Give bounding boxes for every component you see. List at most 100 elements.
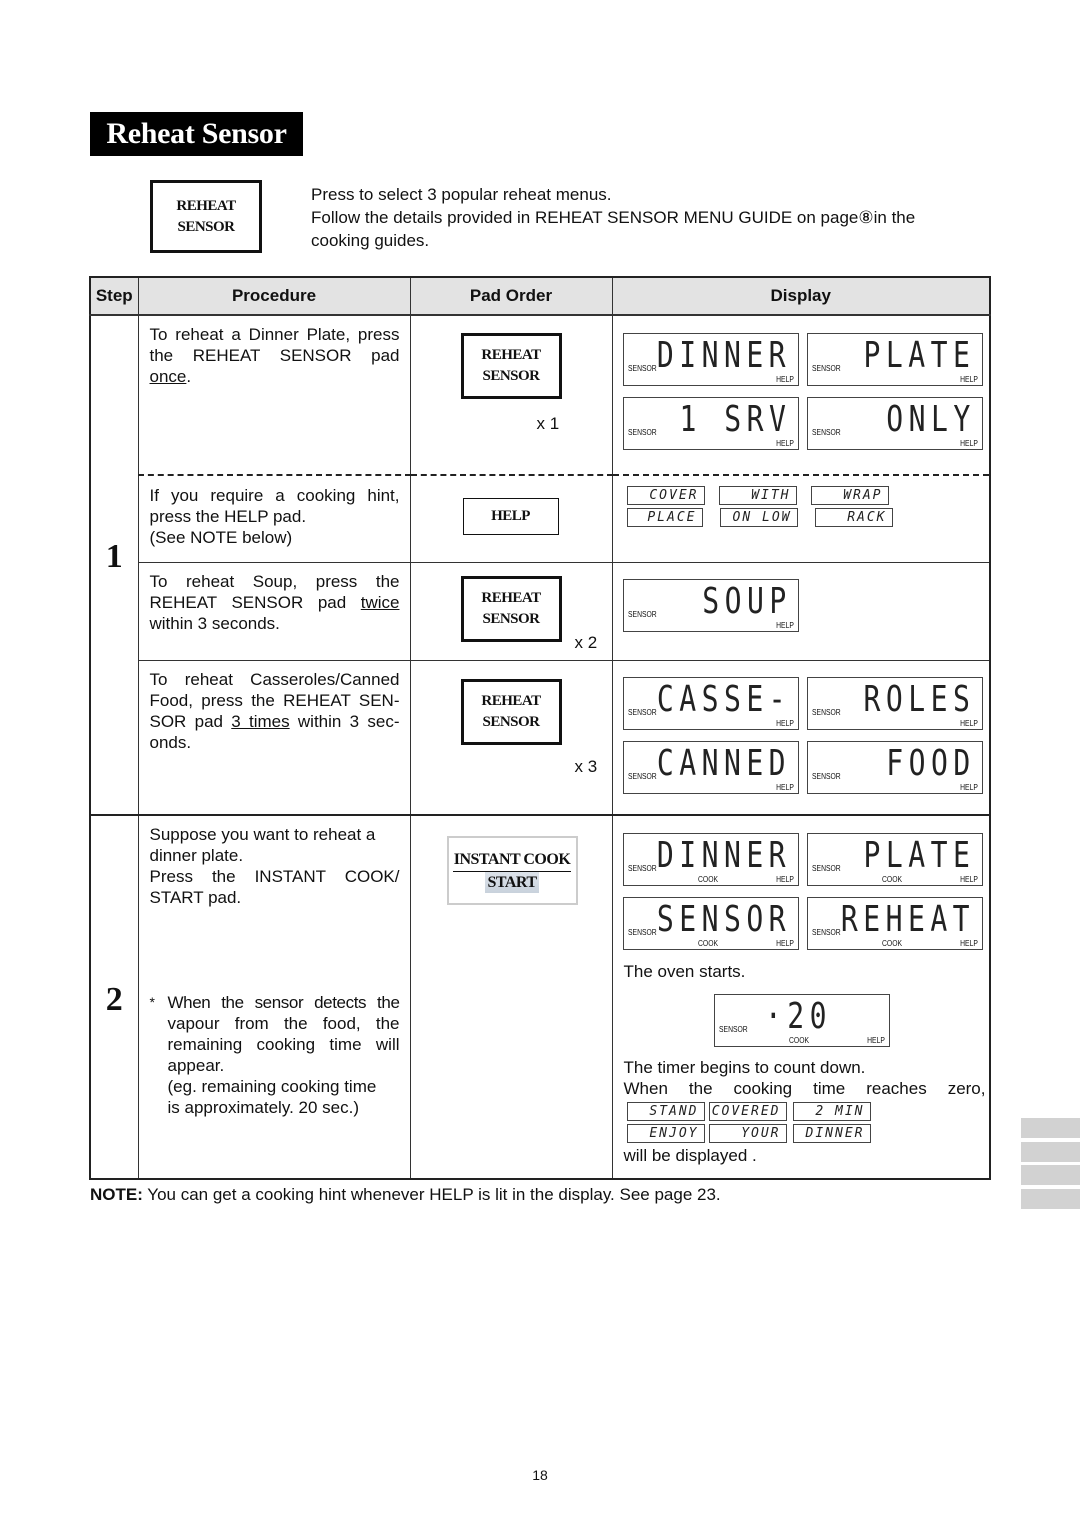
intro-text: Press to select 3 popular reheat menus. … bbox=[311, 183, 1001, 252]
note-label: NOTE: bbox=[90, 1185, 143, 1204]
cook-indicator: COOK bbox=[881, 875, 902, 884]
help-indicator: HELP bbox=[959, 718, 978, 728]
table-row: 1 To reheat a Dinner Plate, press the RE… bbox=[89, 314, 991, 816]
note-text: vapour from the food, the bbox=[167, 1014, 400, 1033]
end-message-display: STAND bbox=[626, 1102, 705, 1121]
section-title: Reheat Sensor bbox=[90, 112, 303, 156]
pad-label: START bbox=[485, 871, 539, 893]
oven-starts-text: The oven starts. bbox=[623, 962, 746, 981]
lcd-display: SENSOR DINNER COOK HELP bbox=[622, 833, 799, 886]
help-indicator: HELP bbox=[959, 939, 978, 948]
asterisk: * bbox=[149, 994, 155, 1010]
press-count: x 1 bbox=[536, 414, 560, 433]
reheat-sensor-pad-icon: REHEAT SENSOR bbox=[460, 678, 562, 745]
timer-text-line: The timer begins to count down. bbox=[623, 1058, 866, 1077]
sensor-indicator: SENSOR bbox=[811, 928, 841, 937]
hint-display: WITH bbox=[718, 486, 797, 505]
reheat-sensor-pad-icon: REHEAT SENSOR bbox=[150, 180, 262, 253]
procedure-text: dinner plate. bbox=[149, 846, 244, 865]
procedure-text: START pad. bbox=[149, 888, 242, 907]
table-row: If you require a cooking hint, press the… bbox=[90, 474, 991, 563]
will-be-displayed-text: will be displayed . bbox=[623, 1146, 757, 1165]
sensor-indicator: SENSOR bbox=[627, 864, 657, 873]
table-row: 2 Suppose you want to reheat a dinner pl… bbox=[89, 814, 991, 1180]
lcd-text: PLATE bbox=[863, 335, 976, 376]
sensor-indicator: SENSOR bbox=[718, 1025, 748, 1034]
cook-indicator: COOK bbox=[788, 1036, 809, 1045]
section-tab-marker bbox=[1021, 1118, 1080, 1138]
end-message-display: 2 MIN bbox=[792, 1102, 871, 1121]
lcd-text: ONLY bbox=[886, 399, 976, 440]
procedure-cell: To reheat a Dinner Plate, press the REHE… bbox=[137, 314, 411, 476]
table-row: To reheat Soup, press the REHEAT SENSOR … bbox=[90, 561, 991, 661]
zero-text-line: When the cooking time reaches zero, bbox=[623, 1079, 986, 1098]
sensor-indicator: SENSOR bbox=[627, 707, 657, 717]
procedure-cell: If you require a cooking hint, press the… bbox=[137, 474, 411, 563]
sensor-indicator: SENSOR bbox=[627, 364, 657, 373]
end-message-display: ENJOY bbox=[626, 1124, 705, 1143]
pad-label: SENSOR bbox=[482, 368, 540, 384]
help-indicator: HELP bbox=[959, 782, 978, 792]
sensor-indicator: SENSOR bbox=[811, 364, 841, 373]
sensor-indicator: SENSOR bbox=[811, 864, 841, 873]
pad-label: REHEAT bbox=[481, 347, 541, 363]
display-cell: SENSOR CASSE- HELP SENSOR ROLES HELP SENSOR C… bbox=[611, 659, 991, 816]
step-number-text: 2 bbox=[105, 981, 123, 1018]
lcd-text: 1 SRV bbox=[679, 399, 792, 440]
lcd-display: SENSOR ONLY HELP bbox=[806, 397, 983, 450]
sensor-indicator: SENSOR bbox=[627, 609, 657, 619]
end-message-display: COVERED bbox=[708, 1102, 787, 1121]
pad-label: REHEAT bbox=[481, 589, 541, 606]
hint-display: WRAP bbox=[810, 486, 889, 505]
header-pad-order: Pad Order bbox=[409, 276, 613, 316]
lcd-display: SENSOR DINNER HELP bbox=[622, 333, 799, 386]
table-row: To reheat Casseroles/Canned Food, press … bbox=[90, 659, 991, 816]
lcd-display: SENSOR PLATE HELP bbox=[806, 333, 983, 386]
timer-text: ·20 bbox=[765, 996, 833, 1037]
note-text: remaining cooking time will bbox=[167, 1035, 400, 1054]
lcd-text: ROLES bbox=[863, 678, 976, 720]
lcd-text: SOUP bbox=[702, 580, 792, 622]
lcd-display: SENSOR ROLES HELP bbox=[806, 676, 983, 730]
sensor-indicator: SENSOR bbox=[811, 771, 841, 781]
press-count: x 3 bbox=[574, 756, 598, 776]
header-display: Display bbox=[611, 276, 991, 316]
lcd-text: DINNER bbox=[657, 835, 792, 876]
table-header-row: Step Procedure Pad Order Display bbox=[89, 276, 991, 316]
intro-line: Press to select 3 popular reheat menus. bbox=[311, 185, 612, 204]
hint-display: PLACE bbox=[626, 508, 703, 527]
procedure-text: (See NOTE below) bbox=[149, 528, 293, 547]
pad-label: INSTANT COOK bbox=[452, 849, 572, 872]
procedure-text: To reheat a Dinner Plate, press the REHE… bbox=[149, 325, 400, 365]
procedure-emphasis: twice bbox=[360, 592, 400, 612]
note-text: appear. bbox=[167, 1056, 225, 1075]
help-indicator: HELP bbox=[959, 375, 978, 384]
lcd-display: SENSOR PLATE COOK HELP bbox=[806, 833, 983, 886]
help-indicator: HELP bbox=[959, 875, 978, 884]
sensor-note: * When the sensor detects the vapour fro… bbox=[150, 992, 400, 1118]
procedure-text: If you require a cooking hint, bbox=[149, 486, 400, 505]
display-cell: SENSOR SOUP HELP bbox=[611, 561, 991, 661]
help-indicator: HELP bbox=[775, 439, 794, 448]
end-message-display: YOUR bbox=[708, 1124, 787, 1143]
intro-line: cooking guides. bbox=[311, 231, 430, 250]
procedure-table: Step Procedure Pad Order Display 1 To re… bbox=[89, 276, 991, 1180]
procedure-emphasis: once bbox=[149, 367, 187, 386]
pad-label: SENSOR bbox=[482, 610, 540, 627]
help-indicator: HELP bbox=[775, 620, 794, 630]
lcd-text: PLATE bbox=[863, 835, 976, 876]
sensor-indicator: SENSOR bbox=[627, 771, 657, 781]
lcd-display: SENSOR CASSE- HELP bbox=[622, 676, 799, 730]
lcd-display: SENSOR CANNED HELP bbox=[622, 740, 799, 794]
lcd-display: SENSOR FOOD HELP bbox=[806, 740, 983, 794]
display-cell: SENSOR DINNER COOK HELP SENSOR PLATE COOK HELP… bbox=[611, 814, 991, 1180]
cook-indicator: COOK bbox=[697, 939, 718, 948]
help-indicator: HELP bbox=[959, 439, 978, 448]
pad-order-cell: REHEAT SENSOR x 1 bbox=[409, 314, 613, 476]
display-cell: COVER WITH WRAP PLACE ON LOW RACK bbox=[611, 474, 991, 563]
lcd-text: CANNED bbox=[657, 742, 792, 784]
timer-lcd-display: SENSOR ·20 COOK HELP bbox=[713, 994, 890, 1047]
cook-indicator: COOK bbox=[881, 939, 902, 948]
procedure-cell: To reheat Soup, press the REHEAT SENSOR … bbox=[137, 561, 411, 661]
lcd-display: SENSOR 1 SRV HELP bbox=[622, 397, 799, 450]
